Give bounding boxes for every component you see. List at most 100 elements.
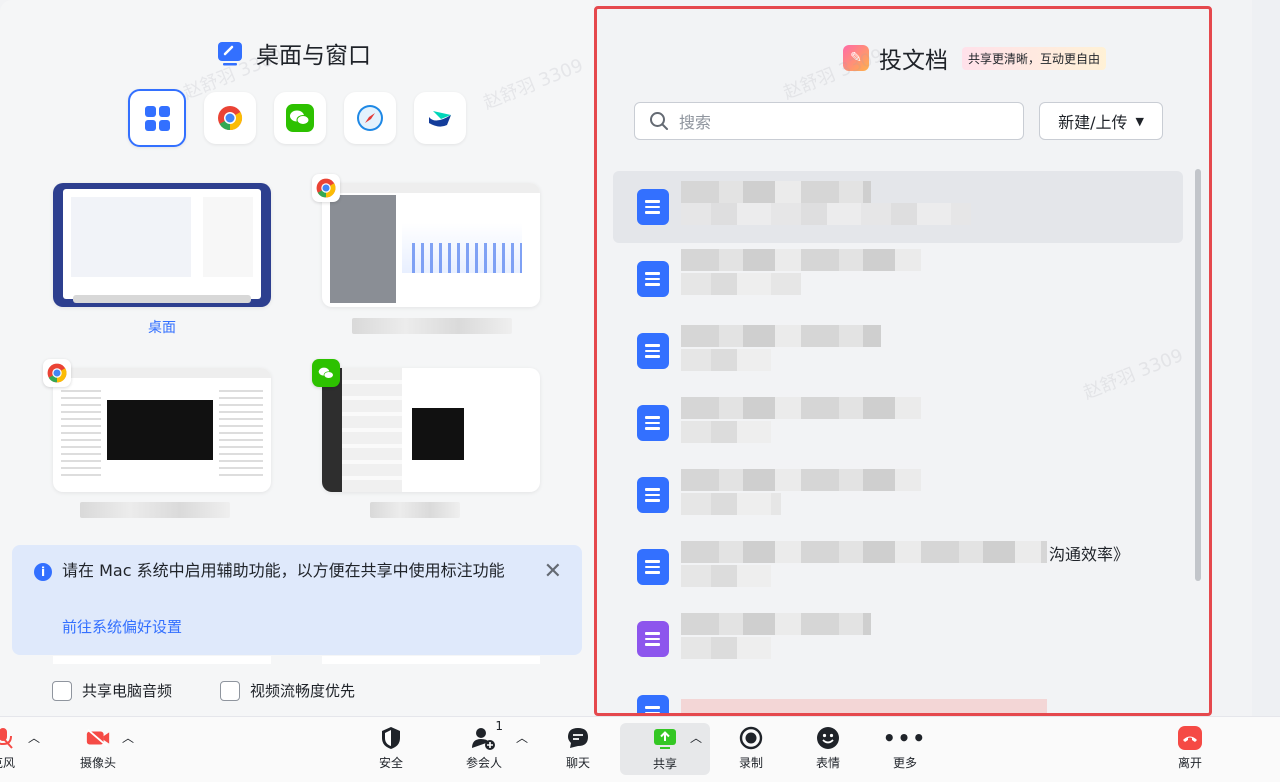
new-upload-button[interactable]: 新建/上传 ▼ xyxy=(1039,102,1163,140)
wechat-icon xyxy=(286,104,314,132)
redacted-title xyxy=(681,397,921,419)
share-window: 桌面与窗口 桌面 i 请在 Mac 系统中启用辅助功能，以方便在共享中使用标注功… xyxy=(0,0,1252,716)
redacted-meta xyxy=(681,203,971,225)
safari-icon xyxy=(357,105,383,131)
video-smooth-checkbox[interactable]: 视频流畅度优先 xyxy=(220,680,355,701)
emoji-icon xyxy=(815,725,841,751)
document-row[interactable] xyxy=(613,243,1183,315)
chat-button[interactable]: 聊天 xyxy=(565,725,591,771)
feishu-filter-button[interactable] xyxy=(414,92,466,144)
redacted-meta xyxy=(681,421,771,443)
notice-message: 请在 Mac 系统中启用辅助功能，以方便在共享中使用标注功能 xyxy=(62,561,505,580)
desktop-thumbnail[interactable] xyxy=(53,183,271,307)
cast-document-title-text: 投文档 xyxy=(879,48,948,74)
share-audio-label: 共享电脑音频 xyxy=(82,682,173,700)
info-icon: i xyxy=(34,563,52,581)
chrome-icon xyxy=(316,178,336,198)
camera-off-icon xyxy=(85,725,111,751)
redacted-title xyxy=(681,699,1047,713)
camera-options-caret[interactable]: ︿ xyxy=(122,729,134,746)
wechat-label-redacted xyxy=(370,502,460,518)
redacted-meta xyxy=(681,637,771,659)
open-system-preferences-link[interactable]: 前往系统偏好设置 xyxy=(62,616,182,637)
checkbox-box[interactable] xyxy=(220,680,240,701)
chat-label: 聊天 xyxy=(565,756,590,770)
doc-icon xyxy=(637,477,669,513)
close-icon[interactable]: ✕ xyxy=(544,559,562,584)
document-row[interactable] xyxy=(613,387,1183,459)
document-title-fragment: 沟通效率》 xyxy=(1049,545,1130,564)
checkbox-box[interactable] xyxy=(52,680,72,701)
chrome-video-thumbnail[interactable] xyxy=(53,368,271,492)
document-row[interactable] xyxy=(613,459,1183,531)
document-row[interactable] xyxy=(613,315,1183,387)
redacted-meta xyxy=(681,565,771,587)
redacted-meta xyxy=(681,273,801,295)
redacted-title xyxy=(681,469,921,491)
more-button[interactable]: ••• 更多 xyxy=(882,725,928,771)
chrome-window-thumbnail[interactable] xyxy=(322,183,540,307)
chrome-window-label-redacted xyxy=(352,318,512,334)
share-screen-icon xyxy=(652,726,678,752)
camera-button[interactable]: 摄像头 xyxy=(80,725,116,771)
camera-label: 摄像头 xyxy=(80,756,117,770)
desktop-preview xyxy=(53,183,271,307)
list-scrollbar[interactable] xyxy=(1195,169,1201,581)
chrome-filter-button[interactable] xyxy=(204,92,256,144)
document-row[interactable]: 沟通效率》 xyxy=(613,531,1183,603)
doc-icon xyxy=(637,549,669,585)
chrome-badge xyxy=(312,174,340,202)
leave-button[interactable]: 离开 xyxy=(1177,725,1203,771)
chrome-window-preview xyxy=(322,183,540,307)
mic-options-caret[interactable]: ︿ xyxy=(28,729,40,746)
search-icon xyxy=(650,112,668,130)
desktop-window-title-text: 桌面与窗口 xyxy=(256,43,371,69)
hidden-thumbnail-edge-2 xyxy=(322,656,540,664)
security-button[interactable]: 安全 xyxy=(378,725,404,771)
more-icon: ••• xyxy=(882,726,928,750)
meeting-toolbar: 克风 ︿ 摄像头 ︿ 安全 1 参会人 ︿ 聊天 共享 ︿ xyxy=(0,716,1280,782)
reaction-label: 表情 xyxy=(815,756,840,770)
share-audio-checkbox[interactable]: 共享电脑音频 xyxy=(52,680,172,701)
desktop-thumbnail-label: 桌面 xyxy=(148,320,176,336)
wechat-badge xyxy=(312,359,340,387)
document-row[interactable] xyxy=(613,171,1183,243)
document-list: 沟通效率》 xyxy=(613,167,1185,713)
participants-button[interactable]: 1 参会人 xyxy=(466,719,503,771)
doc-icon xyxy=(637,333,669,369)
all-windows-button[interactable] xyxy=(128,89,186,147)
record-button[interactable]: 录制 xyxy=(738,725,764,771)
wechat-window-preview xyxy=(322,368,540,492)
shield-icon xyxy=(378,725,404,751)
redacted-title xyxy=(681,613,871,635)
grid-icon xyxy=(144,105,170,131)
search-placeholder: 搜索 xyxy=(679,113,712,132)
doc-icon xyxy=(637,695,669,713)
document-row[interactable] xyxy=(613,675,1183,713)
wechat-filter-button[interactable] xyxy=(274,92,326,144)
search-input[interactable]: 搜索 xyxy=(634,102,1024,140)
app-filter-row xyxy=(128,89,466,147)
security-label: 安全 xyxy=(378,756,403,770)
hang-up-icon xyxy=(1177,725,1203,751)
share-options-caret[interactable]: ︿ xyxy=(690,729,702,746)
screen-share-icon xyxy=(218,42,242,66)
safari-filter-button[interactable] xyxy=(344,92,396,144)
participants-count: 1 xyxy=(495,719,503,733)
reaction-button[interactable]: 表情 xyxy=(815,725,841,771)
document-row[interactable] xyxy=(613,603,1183,675)
participants-options-caret[interactable]: ︿ xyxy=(516,729,528,746)
cast-document-title: ✎ 投文档 共享更清晰，互动更自由 xyxy=(843,41,1107,75)
mic-off-icon xyxy=(0,725,16,751)
cast-document-panel: ✎ 投文档 共享更清晰，互动更自由 搜索 新建/上传 ▼ 沟通效率》 xyxy=(594,6,1212,716)
wechat-window-thumbnail[interactable] xyxy=(322,368,540,492)
chevron-down-icon: ▼ xyxy=(1135,114,1144,128)
share-label: 共享 xyxy=(652,757,677,771)
participants-label: 参会人 xyxy=(466,756,503,770)
doc-icon xyxy=(637,189,669,225)
hidden-thumbnail-edge xyxy=(53,656,271,664)
leave-label: 离开 xyxy=(1177,756,1202,770)
cast-document-tag: 共享更清晰，互动更自由 xyxy=(962,46,1107,70)
mic-button[interactable]: 克风 xyxy=(0,725,16,771)
chrome-icon xyxy=(218,106,243,130)
